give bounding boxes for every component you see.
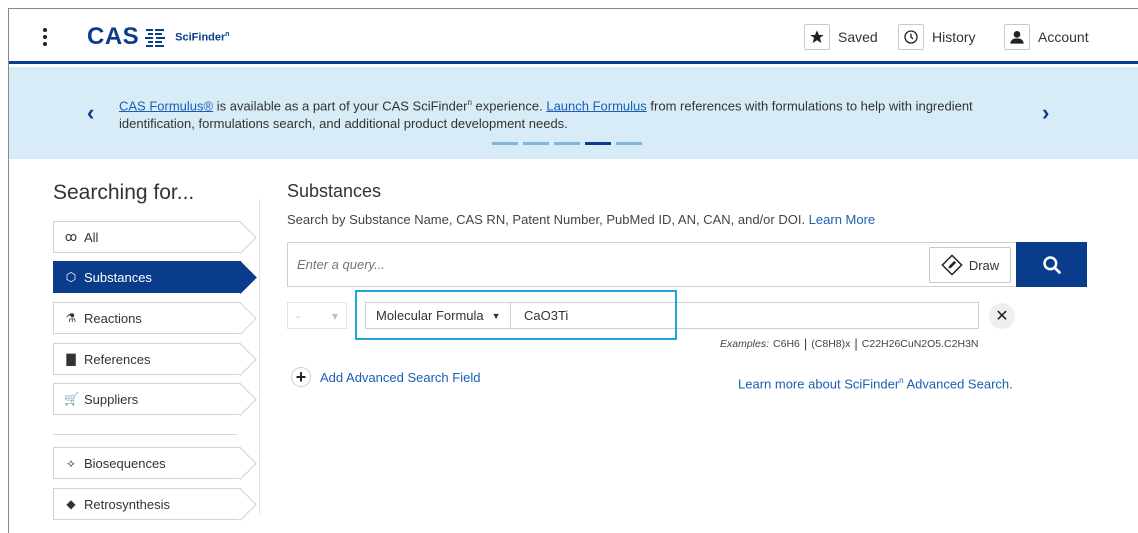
clock-icon: [898, 24, 924, 50]
learn-advanced-search-link[interactable]: Learn more about SciFindern Advanced Sea…: [738, 376, 1013, 391]
plus-icon: +: [291, 367, 311, 387]
promo-banner: ‹ CAS Formulus® is available as a part o…: [9, 67, 1138, 159]
search-button[interactable]: [1016, 242, 1087, 287]
banner-dot[interactable]: [492, 142, 518, 145]
search-icon: [1042, 255, 1061, 274]
examples-label: Examples:: [720, 338, 770, 350]
operator-chevron-down-icon: ▾: [331, 308, 338, 323]
sidebar-item-label: Biosequences: [84, 455, 166, 471]
saved-label: Saved: [838, 29, 878, 45]
top-header: CAS SciFindern Saved History Account: [9, 9, 1138, 64]
cas-scifinder-logo[interactable]: CAS SciFindern: [87, 23, 230, 51]
account-button[interactable]: Account: [1004, 24, 1089, 50]
operator-value: -: [296, 308, 300, 323]
sidebar-item-label: Substances: [84, 269, 152, 285]
sidebar-item-reactions[interactable]: ⚗ Reactions: [53, 302, 241, 334]
sidebar-item-label: Retrosynthesis: [84, 496, 170, 512]
highlight-box: [355, 290, 677, 340]
clear-field-close-icon[interactable]: ✕: [989, 303, 1015, 329]
banner-prev-chevron-icon[interactable]: ‹: [87, 102, 94, 124]
history-button[interactable]: History: [898, 24, 976, 50]
example-item: C6H6: [773, 338, 800, 350]
add-advanced-field-label: Add Advanced Search Field: [320, 369, 481, 385]
query-input[interactable]: [288, 243, 928, 286]
substances-icon: ⬡: [65, 270, 77, 284]
user-icon: [1004, 24, 1030, 50]
banner-dot[interactable]: [616, 142, 642, 145]
sidebar-divider: [53, 434, 237, 435]
example-item: C22H26CuN2O5.C2H3N: [861, 338, 979, 350]
banner-dot[interactable]: [554, 142, 580, 145]
all-icon: ꝏ: [64, 230, 78, 244]
query-box: Draw: [287, 242, 1016, 287]
sidebar-item-label: All: [84, 229, 99, 245]
menu-kebab-icon[interactable]: [39, 27, 51, 49]
banner-dot[interactable]: [523, 142, 549, 145]
banner-message: CAS Formulus® is available as a part of …: [119, 98, 973, 132]
suppliers-icon: 🛒: [64, 392, 79, 406]
cas-formulus-link[interactable]: CAS Formulus®: [119, 98, 213, 113]
add-advanced-field-button[interactable]: + Add Advanced Search Field: [291, 367, 480, 387]
logo-burst-icon: [145, 29, 166, 47]
logo-cas-text: CAS: [87, 23, 140, 50]
sidebar-item-substances[interactable]: ⬡ Substances: [53, 261, 241, 293]
history-label: History: [932, 29, 976, 45]
banner-pagination: [492, 142, 642, 145]
formula-examples: Examples: C6H6 | (C8H8)x | C22H26CuN2O5.C2H3N: [720, 336, 979, 351]
sidebar-item-all[interactable]: ꝏ All: [53, 221, 241, 253]
sidebar-item-biosequences[interactable]: ⟡ Biosequences: [53, 447, 241, 479]
banner-next-chevron-icon[interactable]: ›: [1042, 102, 1049, 124]
references-icon: ▇: [66, 352, 76, 366]
star-icon: [804, 24, 830, 50]
logo-product-name: SciFindern: [175, 30, 230, 44]
example-item: (C8H8)x: [811, 338, 851, 350]
page-title: Substances: [287, 181, 382, 201]
app-frame: CAS SciFindern Saved History Account ‹ C…: [8, 8, 1138, 533]
sidebar-item-label: Reactions: [84, 310, 142, 326]
reactions-icon: ⚗: [65, 311, 77, 325]
search-description: Search by Substance Name, CAS RN, Patent…: [287, 212, 876, 227]
launch-formulus-link[interactable]: Launch Formulus: [546, 98, 646, 113]
learn-more-link[interactable]: Learn More: [809, 212, 875, 227]
sidebar-item-label: References: [84, 351, 151, 367]
draw-label: Draw: [968, 257, 1000, 273]
sidebar-item-retrosynthesis[interactable]: ◆ Retrosynthesis: [53, 488, 241, 520]
account-label: Account: [1038, 29, 1089, 45]
draw-pencil-icon: [941, 254, 963, 276]
draw-button[interactable]: Draw: [929, 247, 1011, 283]
biosequences-icon: ⟡: [67, 455, 75, 470]
saved-button[interactable]: Saved: [804, 24, 878, 50]
sidebar-item-label: Suppliers: [84, 391, 139, 407]
sidebar-item-suppliers[interactable]: 🛒 Suppliers: [53, 383, 241, 415]
searching-for-title: Searching for...: [53, 181, 195, 204]
sidebar-vertical-divider: [259, 199, 260, 515]
operator-select[interactable]: - ▾: [287, 302, 347, 329]
retrosynthesis-icon: ◆: [66, 497, 76, 511]
sidebar-item-references[interactable]: ▇ References: [53, 343, 241, 375]
banner-dot[interactable]: [585, 142, 611, 145]
